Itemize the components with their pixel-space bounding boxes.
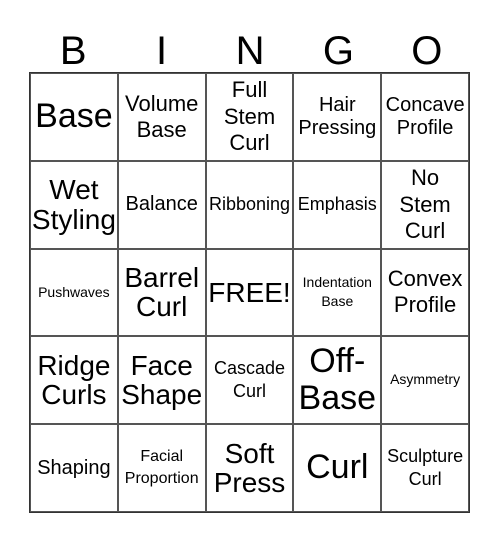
cell-label: Facial Proportion — [124, 447, 199, 488]
cell-label: Wet Styling — [31, 174, 116, 235]
cell-label: Convex Profile — [387, 266, 463, 318]
cell-label: Face Shape — [121, 349, 203, 411]
header-letter-b: B — [59, 29, 87, 73]
cell-label: Sculpture Curl — [387, 445, 464, 490]
cell-label: Pushwaves — [38, 283, 110, 300]
cell-label: No Stem Curl — [399, 165, 451, 243]
cell-label: Volume Base — [125, 90, 199, 142]
cell-label: Ribboning — [208, 194, 291, 214]
cell-label: Full Stem Curl — [223, 77, 276, 156]
cell-label: Shaping — [37, 456, 111, 479]
cell-label: Barrel Curl — [124, 262, 200, 323]
cell-label: Off-Base — [298, 341, 377, 418]
header-letter-i: I — [156, 29, 168, 73]
header-letter-n: N — [235, 29, 265, 73]
bingo-cell[interactable]: Emphasis — [293, 160, 382, 249]
bingo-cell[interactable]: Face Shape — [117, 336, 206, 425]
bingo-cell[interactable]: Balance — [117, 160, 206, 249]
bingo-cell[interactable]: Volume Base — [117, 73, 206, 161]
cell-label: Soft Press — [213, 437, 286, 499]
bingo-cell[interactable]: Wet Styling — [30, 160, 118, 249]
bingo-cell[interactable]: Soft Press — [205, 424, 294, 512]
bingo-cell[interactable]: Full Stem Curl — [205, 73, 294, 161]
bingo-cell[interactable]: Off-Base — [293, 336, 382, 425]
bingo-cell[interactable]: Curl — [293, 424, 382, 512]
header-letter-g: G — [322, 29, 354, 73]
cell-label: Curl — [306, 448, 369, 487]
cell-label: Concave Profile — [385, 93, 465, 139]
bingo-cell[interactable]: Barrel Curl — [117, 248, 206, 337]
bingo-cell[interactable]: Ribboning — [205, 160, 294, 249]
cell-label: Indentation Base — [302, 273, 372, 310]
bingo-header: B I N G O — [29, 28, 471, 74]
bingo-cell[interactable]: Pushwaves — [30, 248, 118, 337]
cell-label: Emphasis — [297, 194, 377, 214]
cell-label: Asymmetry — [390, 371, 461, 388]
bingo-cell[interactable]: Cascade Curl — [205, 336, 294, 425]
bingo-cell[interactable]: Ridge Curls — [30, 336, 118, 425]
bingo-cell[interactable]: Asymmetry — [381, 336, 469, 425]
cell-label: Base — [35, 97, 113, 136]
bingo-cell[interactable]: Concave Profile — [381, 73, 469, 161]
bingo-cell[interactable]: Base — [30, 73, 118, 161]
cell-label: Balance — [125, 193, 198, 216]
cell-label: FREE! — [208, 276, 291, 308]
cell-label: Ridge Curls — [37, 349, 111, 411]
bingo-cell[interactable]: Convex Profile — [381, 248, 469, 337]
bingo-cell[interactable]: Hair Pressing — [293, 73, 382, 161]
bingo-cell[interactable]: Facial Proportion — [117, 424, 206, 512]
bingo-cell[interactable]: No Stem Curl — [381, 160, 469, 249]
bingo-cell[interactable]: Indentation Base — [293, 248, 382, 337]
header-letter-o: O — [411, 29, 443, 73]
cell-label: Cascade Curl — [213, 357, 286, 402]
bingo-cell[interactable]: Shaping — [30, 424, 118, 512]
free-space-cell[interactable]: FREE! — [205, 248, 294, 337]
cell-label: Hair Pressing — [298, 93, 377, 139]
bingo-grid: Base Volume Base Full Stem Curl Hair Pressi… — [29, 72, 470, 513]
bingo-cell[interactable]: Sculpture Curl — [381, 424, 469, 512]
